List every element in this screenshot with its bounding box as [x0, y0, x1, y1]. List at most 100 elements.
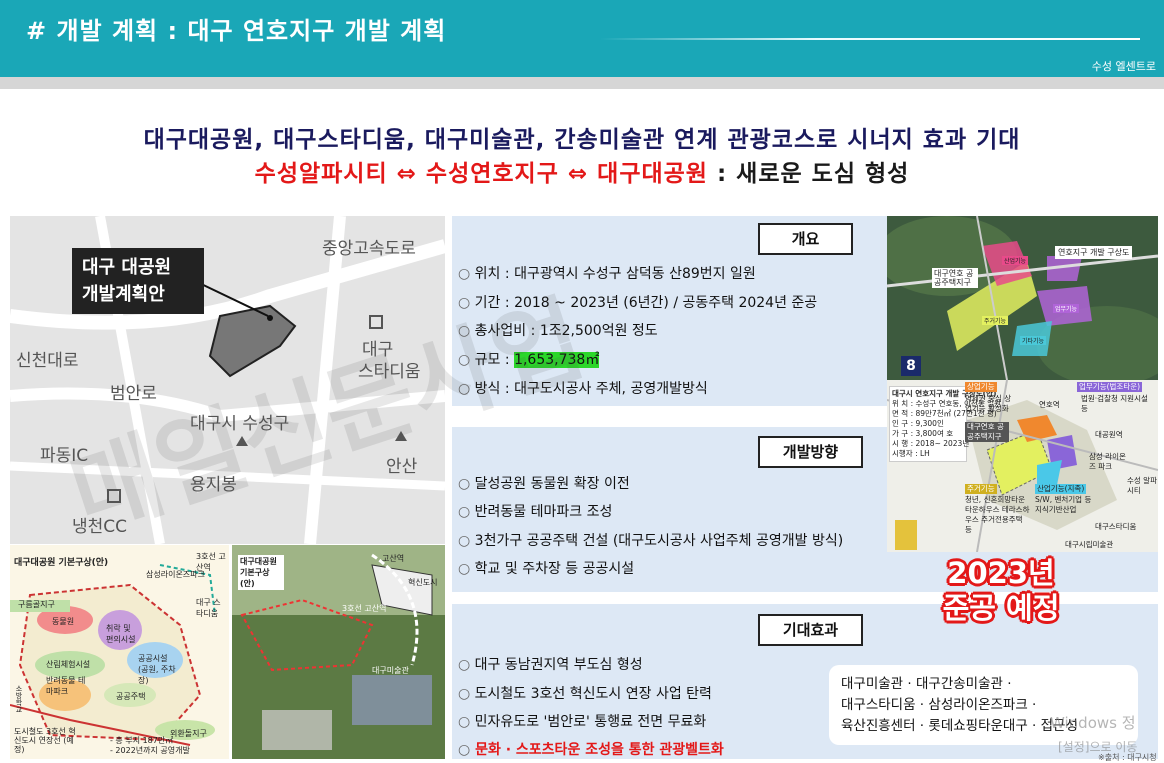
photo2-info-line-3: 가 구 : 3,800여 호 — [892, 429, 954, 438]
overview-label-method: 방식 — [474, 381, 501, 397]
overview-value-cost: 1조2,500억원 정도 — [539, 323, 658, 339]
subtitle-line-2: 수성알파시티 ⇔ 수성연호지구 ⇔ 대구대공원 : 새로운 도심 형성 — [0, 154, 1164, 188]
yongji-mountain-icon — [236, 436, 248, 446]
thumb2-label-3: 3호선 고산역 — [342, 604, 387, 613]
photo2-label-1: 역세권 중심 상업기능 활성화 — [965, 394, 1012, 413]
map-label-padong: 파동IC — [40, 446, 89, 466]
direction-item-3: 학교 및 주차장 등 공공시설 — [458, 558, 634, 578]
map-label-beoman: 범안로 — [110, 384, 157, 404]
effect-item-2: 민자유도로 '범안로' 통행료 전면 무료화 — [458, 711, 707, 731]
tv-channel-logo: 8 — [901, 356, 921, 376]
direction-item-1: 반려동물 테마파크 조성 — [458, 501, 613, 521]
subtitle-black-text: : 새로운 도심 형성 — [707, 161, 910, 187]
photo1-title: 연호지구 개발 구상도 — [1055, 246, 1133, 259]
overview-value-period: 2018 ~ 2023년 (6년간) / 공동주택 2024년 준공 — [514, 295, 818, 311]
photo1-label-4: 기타기능 — [1020, 336, 1047, 345]
source-credit: ※출처 : 대구시청 — [1098, 753, 1157, 762]
thumb1-label-13: 3호선 고산역 — [196, 552, 226, 572]
map-label-sincheon: 신천대로 — [16, 351, 79, 371]
thumb2-label-0: 고산역 — [382, 554, 405, 563]
aerial-plan-photo: 연호지구 개발 구상도 대구연호 공공주택지구 주거기능 산업기능 업무기능 기… — [887, 216, 1158, 380]
overview-label-location: 위치 — [474, 266, 501, 282]
overview-value-scale: 1,653,738㎡ — [514, 352, 600, 368]
effect-access-box: 대구미술관 · 대구간송미술관 · 대구스타디움 · 삼성라이온즈파크 · 육산… — [829, 665, 1138, 745]
plan-title-2: 개발계획안 — [82, 284, 165, 305]
photo2-label-7: 삼성 라이온즈 파크 — [1089, 452, 1126, 471]
badge-line-2: 준공 예정 — [942, 591, 1060, 625]
completion-badge: 2023년 준공 예정 — [933, 556, 1069, 626]
overview-item-period: 기간 : 2018 ~ 2023년 (6년간) / 공동주택 2024년 준공 — [458, 292, 818, 312]
overview-label-period: 기간 — [474, 295, 501, 311]
thumb1-label-0: 구름골지구 — [18, 600, 55, 609]
photo1-label-3: 업무기능 — [1053, 304, 1080, 313]
thumb2-title: 대구대공원 기본구상(안) — [238, 555, 284, 590]
photo1-label-0: 대구연호 공공주택지구 — [932, 268, 978, 288]
photo2-label-14: 대구시립미술관 — [1065, 540, 1114, 549]
effect-box-line-0: 대구미술관 · 대구간송미술관 · — [841, 676, 1012, 692]
header-divider-line — [600, 38, 1140, 40]
thumb1-label-10: - 2022년까지 공영개발 — [110, 746, 190, 755]
thumb2-label-2: 대구미술관 — [372, 666, 409, 675]
thumb1-label-3: 공공시설 (공원, 주차장) — [138, 654, 176, 685]
photo2-info-line-0: 위 치 : 수성구 연호동, 이천동 일원 — [892, 399, 1001, 408]
building-icon — [895, 520, 917, 550]
overview-item-method: 방식 : 대구도시공사 주체, 공영개발방식 — [458, 378, 708, 398]
direction-item-2: 3천가구 공공주택 건설 (대구도시공사 사업주체 공영개발 방식) — [458, 530, 844, 550]
park-plan-diagram: 대구대공원 기본구상(안) 구름골지구 동물원 취락 및 편의시설 공공시설 (… — [10, 545, 229, 759]
photo2-label-8: 수성 알파시티 — [1127, 476, 1157, 495]
map-label-suseong: 대구시 수성구 — [190, 414, 290, 434]
park-aerial-photo: 대구대공원 기본구상(안) 고산역 혁신도시 대구미술관 3호선 고산역 — [232, 545, 445, 759]
photo2-label-6: 대공원역 — [1095, 430, 1123, 439]
effect-item-1: 도시철도 3호선 혁신도시 연장 사업 탄력 — [458, 683, 712, 703]
photo2-label-2: 연호역 — [1039, 400, 1060, 409]
thumb1-label-2: 취락 및 편의시설 — [106, 624, 136, 644]
effect-title: 기대효과 — [758, 614, 863, 646]
overview-title: 개요 — [758, 223, 853, 255]
thumb1-label-4: 반려동물 테마파크 — [46, 676, 86, 696]
map-label-yongji: 용지봉 — [190, 475, 237, 495]
subtitle-line-1: 대구대공원, 대구스타디움, 대구미술관, 간송미술관 연계 관광코스로 시너지… — [143, 127, 1021, 153]
effect-highlight: 문화 · 스포츠타운 조성을 통한 관광벨트화 — [458, 739, 724, 759]
development-area-shape — [208, 304, 297, 378]
direction-item-0: 달성공원 동물원 확장 이전 — [458, 473, 630, 493]
overview-item-location: 위치 : 대구광역시 수성구 삼덕동 산89번지 일원 — [458, 263, 756, 283]
overview-value-method: 대구도시공사 주체, 공영개발방식 — [514, 381, 708, 397]
photo2-label-3: 업무기능(법조타운) — [1077, 382, 1143, 392]
location-map: 대구 대공원 개발계획안 중앙고속도로 신천대로 범안로 대구 스타디움 대구시… — [10, 216, 445, 544]
thumb1-label-14: 소방학교 — [15, 685, 23, 713]
overview-item-cost: 총사업비 : 1조2,500억원 정도 — [458, 320, 658, 340]
photo2-info-title: 대구시 연호지구 개발 구상도(안) — [892, 389, 997, 398]
map-label-naengcheon: 냉천CC — [72, 517, 128, 537]
ansan-mountain-icon — [395, 431, 407, 441]
photo2-info-line-1: 면 적 : 89만7천㎡ (27만1천 평) — [892, 409, 997, 418]
thumb1-label-12: 대구 스타디움 — [196, 598, 221, 618]
photo2-label-13: 대구스타디움 — [1095, 522, 1137, 531]
photo1-label-2: 산업기능 — [1002, 256, 1029, 265]
thumb1-label-7: 외환돌지구 — [170, 729, 207, 738]
plan-title-1: 대구 대공원 — [82, 257, 172, 278]
header-bar: # 개발 계획 : 대구 연호지구 개발 계획 수성 엘센트로 — [0, 0, 1164, 77]
photo2-label-4: 법원·검찰청 지원시설 등 — [1081, 394, 1148, 413]
thumb1-title: 대구대공원 기본구상(안) — [14, 558, 109, 568]
subtitle-red-text: 수성알파시티 ⇔ 수성연호지구 ⇔ 대구대공원 — [254, 161, 708, 187]
photo2-label-10: 청년, 신혼희망타운 타운하우스 테라스하우스 주거전용주택 등 — [965, 495, 1030, 534]
header-underbar — [0, 77, 1164, 89]
plan-title-box: 대구 대공원 개발계획안 — [72, 248, 204, 314]
map-label-stadium-2: 스타디움 — [358, 362, 421, 382]
photo1-label-1: 주거기능 — [982, 316, 1009, 325]
effect-item-0: 대구 동남권지역 부도심 형성 — [458, 654, 643, 674]
thumb1-label-6: 공공주택 — [116, 692, 146, 701]
direction-title: 개발방향 — [758, 436, 863, 468]
thumb1-label-1: 동물원 — [52, 617, 75, 626]
photo2-label-9: 주거기능 — [965, 484, 997, 494]
detail-plan-map: 대구시 연호지구 개발 구상도(안) 위 치 : 수성구 연호동, 이천동 일원… — [887, 380, 1158, 552]
map-label-ansan: 안산 — [386, 457, 418, 477]
photo2-info-line-4: 시 행 : 2018~ 2023년 — [892, 439, 970, 448]
photo2-label-0: 상업기능 — [965, 382, 997, 392]
photo2-label-5: 대구연호 공공주택지구 — [965, 422, 1009, 442]
overview-label-cost: 총사업비 — [474, 323, 527, 339]
thumb1-label-8: 도시철도 3호선 혁신도시 연장선 (예정) — [14, 727, 76, 754]
map-label-expressway: 중앙고속도로 — [322, 239, 416, 259]
photo2-label-12: S/W, 벤처기업 등 지식기반산업 — [1035, 495, 1092, 514]
stadium-marker — [369, 315, 383, 329]
